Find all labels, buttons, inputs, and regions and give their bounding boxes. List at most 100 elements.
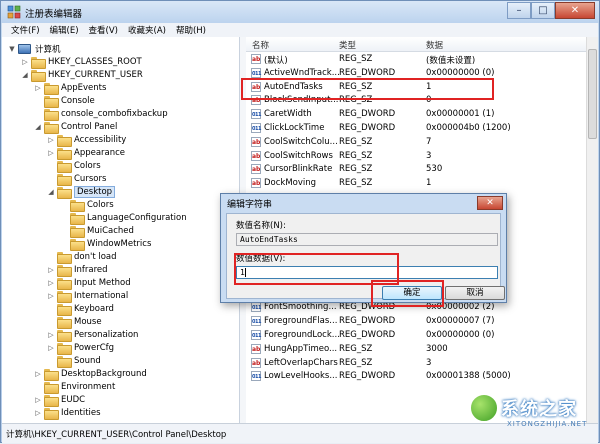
value-row[interactable]: 011 ClickLockTime REG_DWORD 0x000004b0 (120… [246,122,598,136]
folder-icon [57,251,72,264]
expand-toggle-icon[interactable]: ◢ [34,123,42,131]
value-type: REG_SZ [339,164,373,175]
scrollbar-thumb[interactable] [588,49,597,139]
tree-item[interactable]: ▷ AppEvents [35,81,106,95]
binary-value-icon: 011 [251,302,261,313]
string-value-icon: ab [251,150,261,161]
menu-file[interactable]: 文件(F) [6,23,45,37]
value-row[interactable]: ab HungAppTimeo... REG_SZ 3000 [246,343,598,357]
dialog-close-button[interactable]: ✕ [477,196,503,210]
folder-icon [57,264,72,277]
tree-item[interactable]: Keyboard [57,302,114,316]
tree-item[interactable]: ▷ Infrared [48,263,108,277]
value-row[interactable]: ab (默认) REG_SZ (数值未设置) [246,53,598,67]
value-row[interactable]: 011 ForegroundFlas... REG_DWORD 0x00000007 … [246,315,598,329]
tree-item-label: 计算机 [35,44,61,55]
tree-item-label: MuiCached [87,225,134,236]
tree-item[interactable]: ▷ EUDC [35,393,85,407]
folder-icon [70,212,85,225]
tree-item[interactable]: ▷ International [48,289,128,303]
tree-item[interactable]: ▼ 计算机 [9,42,61,55]
title-bar[interactable]: 注册表编辑器 – □ ✕ [1,1,599,23]
expand-toggle-icon[interactable]: ▷ [34,409,42,417]
tree-item[interactable]: ▷ DesktopBackground [35,367,147,381]
column-name-header[interactable]: 名称 [252,39,269,51]
tree-item-label: Personalization [74,329,139,340]
expand-toggle-icon[interactable]: ▼ [8,45,16,53]
tree-item[interactable]: Sound [57,354,101,368]
tree-item[interactable]: ▷ Personalization [48,328,139,342]
list-header: 名称 类型 数据 [246,37,598,52]
expand-toggle-icon[interactable]: ▷ [34,370,42,378]
folder-icon [70,199,85,212]
list-scrollbar[interactable] [586,37,598,423]
expand-toggle-icon[interactable]: ▷ [47,136,55,144]
tree-item[interactable]: Cursors [57,172,107,186]
value-row[interactable]: ab DockMoving REG_SZ 1 [246,177,598,191]
tree-item[interactable]: Mouse [57,315,102,329]
tree-item-label: Cursors [74,173,107,184]
value-row[interactable]: ab LeftOverlapChars REG_SZ 3 [246,357,598,371]
expand-toggle-icon[interactable]: ▷ [47,266,55,274]
expand-toggle-icon[interactable]: ▷ [47,279,55,287]
tree-item-label: console_combofixbackup [61,108,168,119]
column-data-header[interactable]: 数据 [426,39,443,51]
value-row[interactable]: 011 LowLevelHooks... REG_DWORD 0x00001388 (… [246,370,598,384]
close-button[interactable]: ✕ [555,2,595,19]
value-name: LeftOverlapChars [264,357,338,368]
folder-icon [57,186,72,199]
value-row[interactable]: 011 CaretWidth REG_DWORD 0x00000001 (1) [246,108,598,122]
expand-toggle-icon[interactable]: ▷ [47,149,55,157]
window-controls: – □ ✕ [507,2,595,20]
tree-item[interactable]: WindowMetrics [70,237,151,251]
value-row[interactable]: ab CoolSwitchColu... REG_SZ 7 [246,136,598,150]
tree-item[interactable]: LanguageConfiguration [70,211,187,225]
expand-toggle-icon[interactable]: ▷ [47,331,55,339]
folder-icon [44,108,59,121]
tree-item[interactable]: ▷ Accessibility [48,133,127,147]
value-row[interactable]: ab CursorBlinkRate REG_SZ 530 [246,163,598,177]
expand-toggle-icon[interactable]: ▷ [34,396,42,404]
maximize-button[interactable]: □ [531,2,555,19]
cancel-button[interactable]: 取消 [445,286,505,300]
menu-view[interactable]: 查看(V) [84,23,123,37]
expand-toggle-icon[interactable]: ▷ [47,344,55,352]
expand-toggle-icon[interactable]: ▷ [21,58,29,66]
site-watermark: 系统之家 XITONGZHIJIA.NET [463,391,600,444]
value-type: REG_DWORD [339,123,396,133]
tree-item[interactable]: console_combofixbackup [44,107,168,121]
value-type: REG_SZ [339,357,373,368]
tree-item[interactable]: ▷ Appearance [48,146,125,160]
tree-item[interactable]: Colors [57,159,101,173]
value-data: 1 [426,178,432,189]
expand-toggle-icon[interactable]: ◢ [21,71,29,79]
expand-toggle-icon[interactable]: ▷ [47,292,55,300]
tree-item[interactable]: ▷ HKEY_CLASSES_ROOT [22,55,142,69]
column-type-header[interactable]: 类型 [339,39,356,51]
expand-toggle-icon[interactable]: ◢ [47,188,55,196]
menu-favorites[interactable]: 收藏夹(A) [123,23,171,37]
expand-toggle-icon[interactable]: ▷ [34,84,42,92]
ok-button-highlight [371,280,444,307]
tree-item[interactable]: ▷ Identities [35,406,101,420]
tree-item[interactable]: Environment [44,380,116,394]
tree-item[interactable]: ◢ Desktop [48,185,116,199]
value-row[interactable]: 011 ForegroundLock... REG_DWORD 0x00000000 … [246,329,598,343]
tree-item[interactable]: ◢ Control Panel [35,120,117,134]
tree-item[interactable]: MuiCached [70,224,134,238]
minimize-button[interactable]: – [507,2,531,19]
value-row[interactable]: ab CoolSwitchRows REG_SZ 3 [246,150,598,164]
value-type: REG_SZ [339,343,373,354]
tree-item[interactable]: Console [44,94,95,108]
tree-item-label: Environment [61,381,116,392]
tree-item-label: Accessibility [74,134,127,145]
tree-item[interactable]: ▷ Input Method [48,276,131,290]
tree-item[interactable]: ◢ HKEY_CURRENT_USER [22,68,143,82]
tree-item[interactable]: Colors [70,198,114,212]
menu-edit[interactable]: 编辑(E) [45,23,84,37]
tree-item[interactable]: ▷ PowerCfg [48,341,114,355]
string-value-icon: ab [251,54,261,64]
tree-item[interactable]: don't load [57,250,117,264]
menu-help[interactable]: 帮助(H) [171,23,211,37]
folder-icon [44,82,59,95]
